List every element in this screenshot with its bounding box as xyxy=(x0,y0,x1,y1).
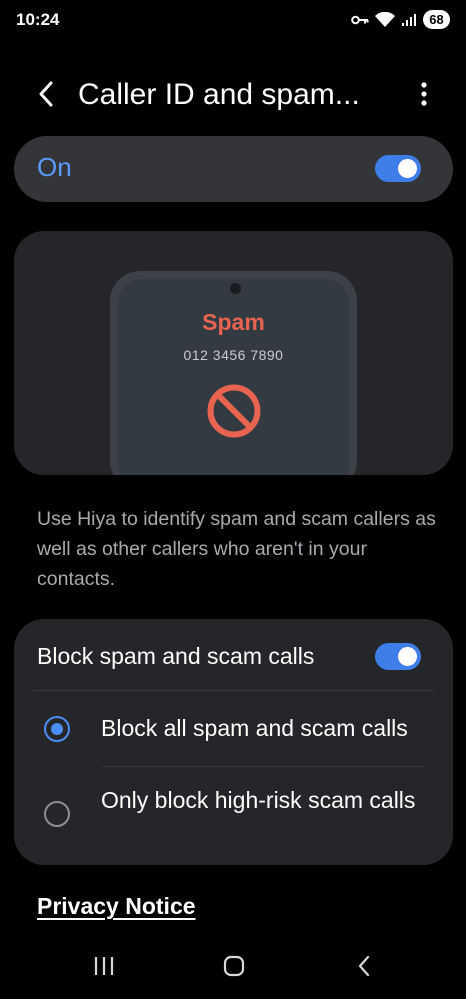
phone-illustration: Spam 012 3456 7890 xyxy=(110,271,357,475)
recents-button[interactable] xyxy=(84,950,124,986)
master-toggle-label: On xyxy=(37,152,72,182)
radio-option-high-risk[interactable]: Only block high-risk scam calls xyxy=(14,767,453,862)
home-button[interactable] xyxy=(214,950,254,986)
camera-dot xyxy=(230,283,241,294)
master-toggle-card[interactable]: On xyxy=(14,136,453,202)
radio-label: Block all spam and scam calls xyxy=(101,715,408,741)
master-switch[interactable] xyxy=(375,155,421,182)
spam-number: 012 3456 7890 xyxy=(183,347,284,363)
chevron-left-icon xyxy=(38,81,54,112)
more-vertical-icon xyxy=(421,81,427,111)
block-spam-switch[interactable] xyxy=(375,643,421,670)
more-options-button[interactable] xyxy=(412,80,436,112)
radio-option-block-all[interactable]: Block all spam and scam calls xyxy=(14,691,453,766)
illustration-card: Spam 012 3456 7890 xyxy=(14,231,453,475)
back-button[interactable] xyxy=(28,78,64,114)
status-icons: 68 xyxy=(351,10,450,29)
radio-button-unselected[interactable] xyxy=(44,801,70,827)
nav-back-button[interactable] xyxy=(344,950,384,986)
screen: 10:24 68 Caller ID and spam... On Spam 0… xyxy=(0,0,466,999)
switch-knob xyxy=(398,647,417,666)
phone-screen: Spam 012 3456 7890 xyxy=(118,279,349,475)
block-icon xyxy=(206,383,262,444)
battery-icon: 68 xyxy=(423,10,450,29)
radio-button-selected[interactable] xyxy=(44,716,70,742)
recents-icon xyxy=(93,956,115,981)
page-title: Caller ID and spam... xyxy=(78,78,360,111)
home-icon xyxy=(223,955,245,982)
status-time: 10:24 xyxy=(16,10,60,29)
vpn-key-icon xyxy=(351,14,369,26)
switch-knob xyxy=(398,159,417,178)
navigation-bar xyxy=(0,940,466,999)
back-icon xyxy=(357,955,371,982)
radio-label: Only block high-risk scam calls xyxy=(101,787,416,813)
block-settings-card: Block spam and scam calls Block all spam… xyxy=(14,619,453,865)
status-bar: 10:24 68 xyxy=(0,0,466,42)
wifi-icon xyxy=(375,11,395,28)
description-text: Use Hiya to identify spam and scam calle… xyxy=(37,508,436,590)
app-bar: Caller ID and spam... xyxy=(0,66,466,126)
privacy-notice-link[interactable]: Privacy Notice xyxy=(37,893,196,920)
signal-icon xyxy=(401,13,417,27)
spam-title: Spam xyxy=(202,309,265,335)
block-spam-label[interactable]: Block spam and scam calls xyxy=(37,643,314,670)
